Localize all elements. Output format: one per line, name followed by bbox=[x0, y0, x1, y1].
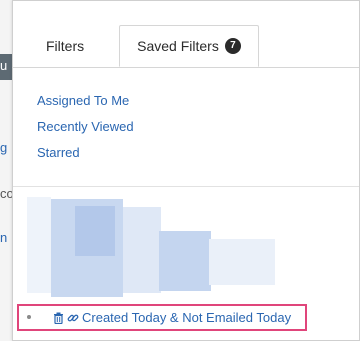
saved-filter-recently-viewed[interactable]: Recently Viewed bbox=[37, 119, 134, 134]
background-text-fragment: u bbox=[0, 58, 8, 73]
link-icon[interactable] bbox=[67, 312, 79, 324]
section-divider bbox=[13, 186, 359, 187]
trash-icon[interactable] bbox=[53, 312, 64, 324]
saved-filter-assigned-to-me[interactable]: Assigned To Me bbox=[37, 93, 129, 108]
filters-popover: Filters Saved Filters 7 Assigned To Me R… bbox=[12, 0, 360, 341]
custom-filter-label: Created Today & Not Emailed Today bbox=[82, 310, 292, 325]
list-bullet bbox=[27, 315, 31, 319]
tab-saved-filters[interactable]: Saved Filters 7 bbox=[119, 25, 259, 67]
background-page bbox=[0, 0, 12, 341]
saved-filter-starred[interactable]: Starred bbox=[37, 145, 80, 160]
tab-filters[interactable]: Filters bbox=[46, 38, 84, 54]
saved-filters-count-badge: 7 bbox=[224, 38, 241, 54]
tab-saved-filters-label: Saved Filters bbox=[137, 38, 219, 54]
filter-tabs: Filters Saved Filters 7 bbox=[13, 1, 359, 68]
background-text-fragment: n bbox=[0, 230, 8, 245]
background-text-fragment: g bbox=[0, 140, 8, 155]
custom-filter-item[interactable]: Created Today & Not Emailed Today bbox=[53, 310, 291, 325]
